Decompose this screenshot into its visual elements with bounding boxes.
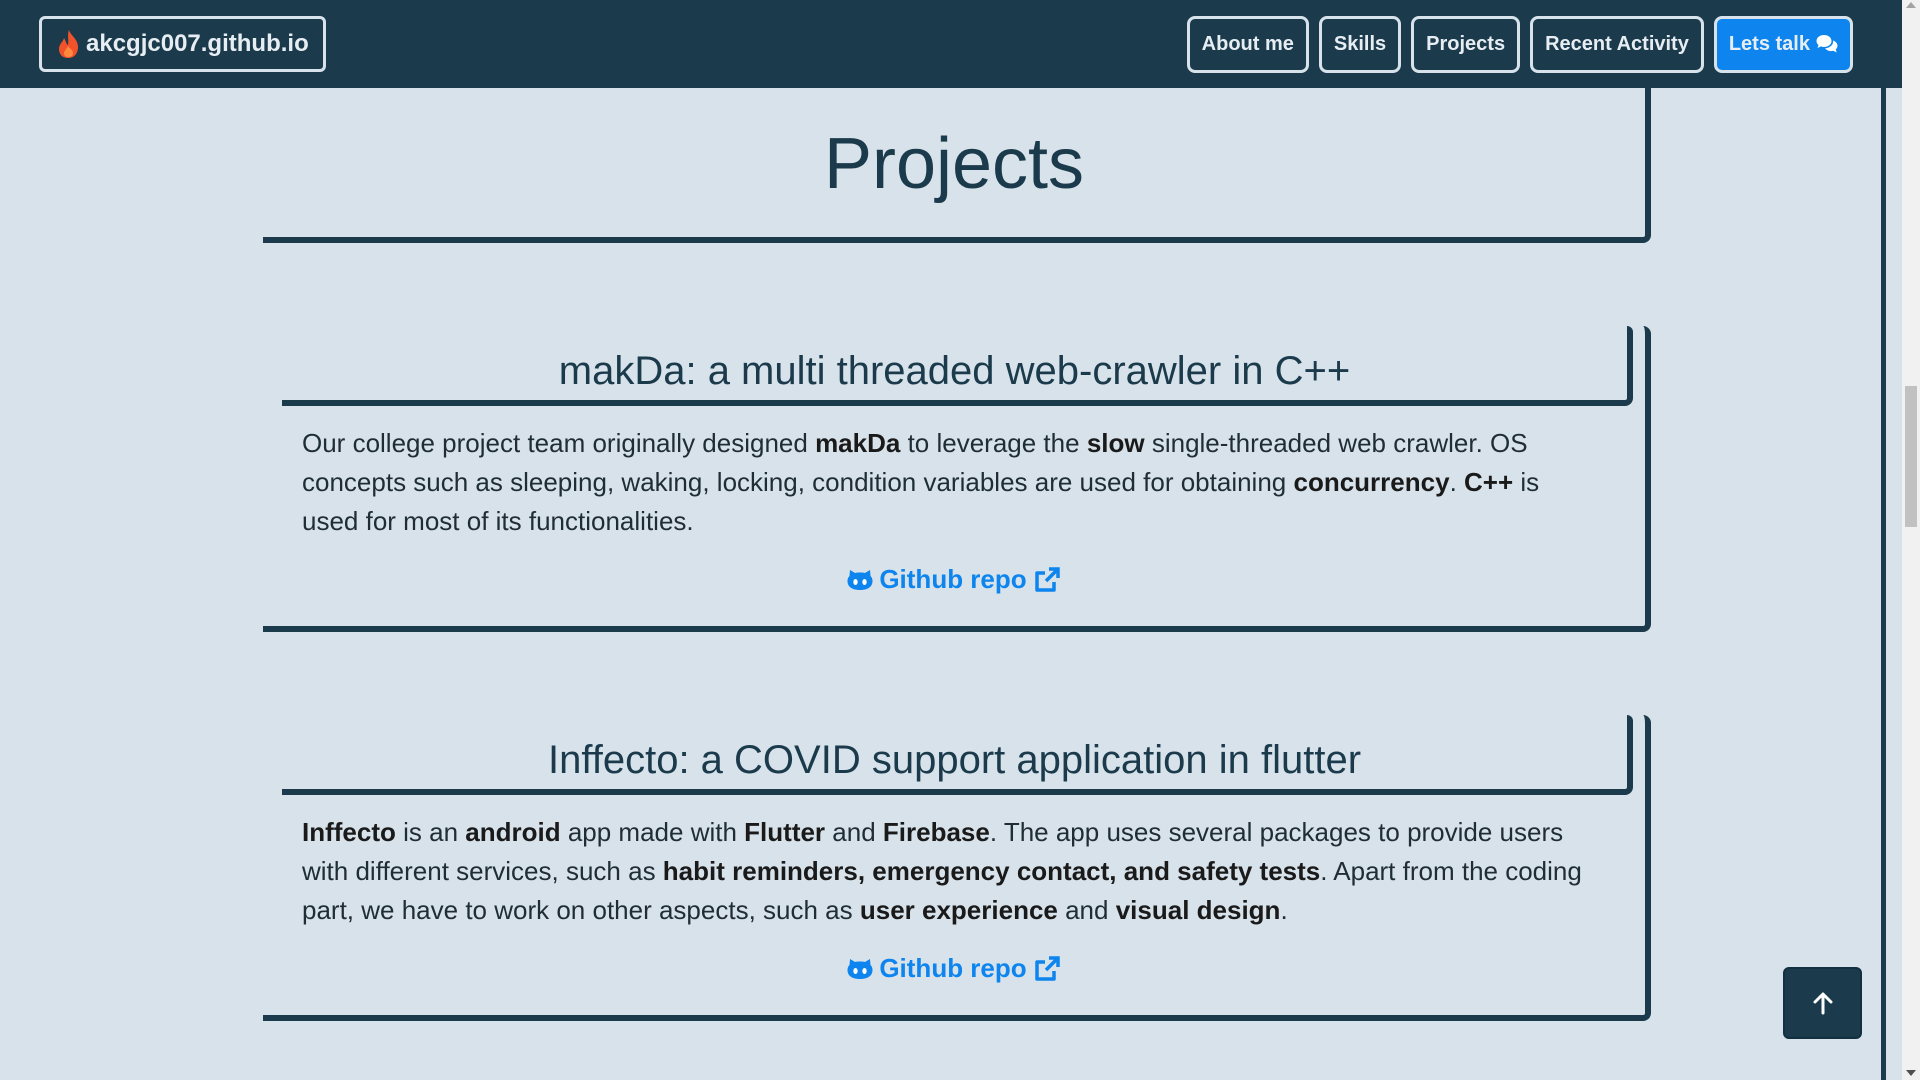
- text-run: and: [825, 817, 883, 847]
- lets-talk-button[interactable]: Lets talk: [1713, 15, 1853, 73]
- github-icon: [847, 958, 873, 979]
- scroll-up-arrow-icon[interactable]: [1906, 2, 1916, 8]
- nav-skills[interactable]: Skills: [1318, 15, 1402, 73]
- project-description: Inffecto is an android app made with Flu…: [302, 813, 1602, 930]
- project-title: makDa: a multi threaded web-crawler in C…: [558, 349, 1351, 393]
- bold-text: Inffecto: [302, 817, 396, 847]
- project-card: Inffecto: a COVID support application in…: [263, 715, 1651, 1021]
- github-icon: [847, 569, 873, 590]
- bold-text: concurrency: [1293, 467, 1450, 497]
- comments-icon: [1816, 35, 1838, 53]
- text-run: to leverage the: [900, 428, 1087, 458]
- project-title-box: Inffecto: a COVID support application in…: [282, 715, 1633, 795]
- bold-text: slow: [1086, 428, 1145, 458]
- bold-text: Flutter: [744, 817, 826, 847]
- project-card: makDa: a multi threaded web-crawler in C…: [263, 326, 1651, 632]
- bold-text: habit reminders, emergency contact, and …: [662, 856, 1321, 886]
- project-title-box: makDa: a multi threaded web-crawler in C…: [282, 326, 1633, 406]
- nav-projects[interactable]: Projects: [1411, 15, 1521, 73]
- bold-text: visual design: [1115, 895, 1281, 925]
- bold-text: C++: [1464, 467, 1514, 497]
- text-run: Our college project team originally desi…: [302, 428, 816, 458]
- lets-talk-label: Lets talk: [1728, 32, 1810, 55]
- text-run: app made with: [560, 817, 745, 847]
- brand-label: akcgjc007.github.io: [86, 30, 309, 57]
- github-repo-label: Github repo: [879, 953, 1027, 983]
- text-run: .: [1449, 467, 1465, 497]
- back-to-top-button[interactable]: [1783, 967, 1862, 1039]
- projects-heading-box: Projects: [263, 88, 1651, 243]
- github-repo-link[interactable]: Github repo: [263, 564, 1645, 595]
- text-run: .: [1280, 895, 1288, 925]
- external-link-icon: [1034, 955, 1060, 981]
- page-right-border: [1881, 88, 1886, 1080]
- arrow-up-icon: [1813, 992, 1832, 1015]
- flame-icon: [59, 30, 78, 58]
- bold-text: user experience: [859, 895, 1058, 925]
- text-run: is an: [395, 817, 466, 847]
- vertical-scrollbar[interactable]: [1902, 0, 1920, 1080]
- bold-text: Firebase: [882, 817, 990, 847]
- project-title: Inffecto: a COVID support application in…: [547, 738, 1362, 782]
- bold-text: makDa: [815, 428, 901, 458]
- external-link-icon: [1034, 566, 1060, 592]
- brand-link[interactable]: akcgjc007.github.io: [39, 16, 326, 72]
- nav-links: About me Skills Projects Recent Activity…: [1186, 15, 1853, 73]
- bold-text: android: [465, 817, 561, 847]
- scroll-down-arrow-icon[interactable]: [1906, 1070, 1916, 1076]
- nav-about-me[interactable]: About me: [1186, 15, 1309, 73]
- github-repo-label: Github repo: [879, 564, 1027, 594]
- scrollbar-thumb[interactable]: [1905, 386, 1917, 527]
- project-description: Our college project team originally desi…: [302, 424, 1602, 541]
- navbar: akcgjc007.github.io About me Skills Proj…: [0, 0, 1902, 88]
- github-repo-link[interactable]: Github repo: [263, 953, 1645, 984]
- page-title: Projects: [823, 124, 1085, 204]
- nav-recent-activity[interactable]: Recent Activity: [1530, 15, 1704, 73]
- text-run: and: [1057, 895, 1116, 925]
